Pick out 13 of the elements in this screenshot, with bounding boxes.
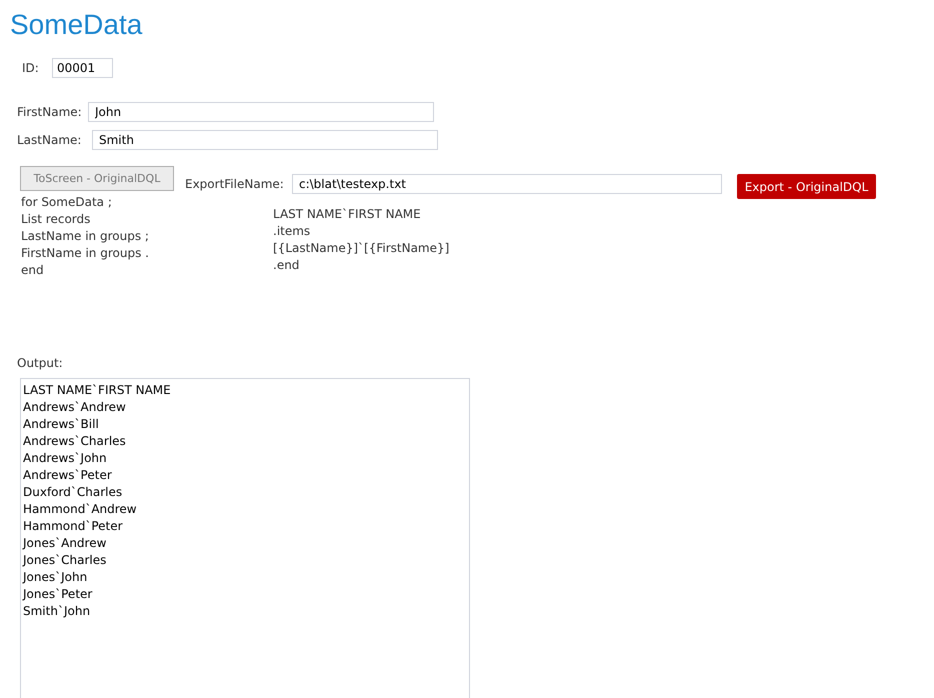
field-label: ExportFileName:	[185, 177, 285, 191]
input-field[interactable]: 00001	[52, 58, 113, 78]
output-field[interactable]: LAST NAME`FIRST NAME Andrews`Andrew Andrews`Bill Andrews`Charles Andrews`John Andrews`Peter Duxford`Charles Hammond`Andrew Hammond`Peter Jones`Andrew Jones`Charles Jones`John Jones`Peter Smith`John	[20, 378, 470, 698]
input-field[interactable]: Smith	[92, 130, 438, 150]
output-label: Output:	[17, 356, 64, 370]
field-label: FirstName:	[17, 105, 83, 119]
input-field[interactable]: c:\blat\testexp.txt	[292, 174, 722, 194]
page-title: SomeData	[10, 8, 144, 42]
export-button[interactable]: Export - OriginalDQL	[737, 174, 876, 199]
query-text: for SomeData ; List records LastName in groups ; FirstName in groups . end	[21, 194, 150, 279]
field-label: LastName:	[17, 133, 82, 147]
field-label: ID:	[22, 61, 40, 75]
template-text: LAST NAME`FIRST NAME .items [{LastName}]`[{FirstName}] .end	[273, 206, 450, 274]
